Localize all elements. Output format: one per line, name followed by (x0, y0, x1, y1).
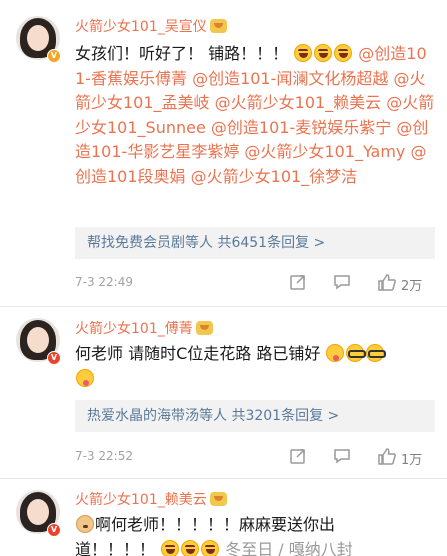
glasses-emoji-icon (366, 344, 387, 362)
like-icon[interactable] (377, 273, 397, 293)
divider (0, 306, 447, 307)
like-count: 1万 (401, 453, 423, 468)
verified-badge-icon: V (47, 523, 61, 537)
mention-link[interactable]: @火箭少女101_Yamy (244, 142, 405, 161)
comment-text-body: 女孩们！听好了！ 铺路！！！ (75, 44, 289, 63)
verified-badge-icon: V (47, 351, 61, 365)
comment-author[interactable]: 火箭少女101_赖美云 (75, 489, 227, 509)
comment-text-line2-tail: 冬至日 / 嘎纳八封 (225, 539, 353, 556)
reply-participants: 热爱水晶的海带汤等人 (87, 408, 227, 424)
comment-icon[interactable] (333, 273, 351, 293)
laugh-emoji-icon (161, 539, 180, 556)
divider (0, 478, 447, 479)
mention-link[interactable]: @火箭少女101_赖美云 (215, 93, 382, 112)
like-icon[interactable] (377, 447, 397, 467)
reply-participants: 帮找免费会员剧等人 (87, 235, 213, 251)
member-level-icon (195, 321, 213, 335)
comment-text-body: 何老师 请随时C位走花路 路已铺好 (75, 344, 321, 363)
laugh-emoji-icon (181, 539, 200, 556)
comment-text: 何老师 请随时C位走花路 路已铺好 (75, 342, 435, 391)
reply-count-link[interactable]: 共6451条回复 > (217, 235, 325, 251)
comment-text-line2: 道！！！！ (75, 539, 156, 556)
comment-time: 7-3 22:49 (75, 275, 133, 289)
reply-count-link[interactable]: 共3201条回复 > (231, 408, 339, 424)
comment-text: 女孩们！听好了！ 铺路！！！ @创造101-香蕉娱乐傅菁 @创造101-闻澜文化… (75, 42, 435, 189)
comment-author[interactable]: 火箭少女101_傅菁 (75, 318, 213, 338)
verified-badge-icon: V (47, 49, 61, 63)
comment-author[interactable]: 火箭少女101_吴宣仪 (75, 16, 227, 36)
member-level-icon (209, 492, 227, 506)
comment-time: 7-3 22:52 (75, 449, 133, 463)
dog-emoji-icon (76, 515, 94, 533)
mention-link[interactable]: @火箭少女101_徐梦洁 (191, 167, 358, 186)
like-count: 2万 (401, 279, 423, 294)
comment-icon[interactable] (333, 447, 351, 467)
laugh-emoji-icon (314, 44, 333, 62)
mention-link[interactable]: @创造101-麦锐娱乐紫宁 (211, 118, 391, 137)
tongue-emoji-icon (76, 368, 94, 387)
reply-summary[interactable]: 帮找免费会员剧等人 共6451条回复 > (75, 227, 435, 259)
glasses-emoji-icon (346, 344, 367, 362)
reply-summary[interactable]: 热爱水晶的海带汤等人 共3201条回复 > (75, 400, 435, 432)
share-icon[interactable] (289, 447, 307, 467)
mention-link[interactable]: @创造101-闻澜文化杨超越 (192, 69, 388, 88)
laugh-emoji-icon (294, 44, 313, 62)
share-icon[interactable] (289, 273, 307, 293)
comment-text: 啊何老师！！！！！麻麻要送你出 道！！！！ 冬至日 / 嘎纳八封 (75, 513, 435, 556)
comment-text-line1: 啊何老师！！！！！麻麻要送你出 (95, 515, 336, 534)
laugh-emoji-icon (334, 44, 353, 62)
comment-meta: 7-3 22:52 1万 (75, 447, 435, 468)
tongue-emoji-icon (326, 344, 345, 362)
comment-meta: 7-3 22:49 2万 (75, 273, 435, 294)
member-level-icon (209, 19, 227, 33)
laugh-emoji-icon (201, 539, 220, 556)
